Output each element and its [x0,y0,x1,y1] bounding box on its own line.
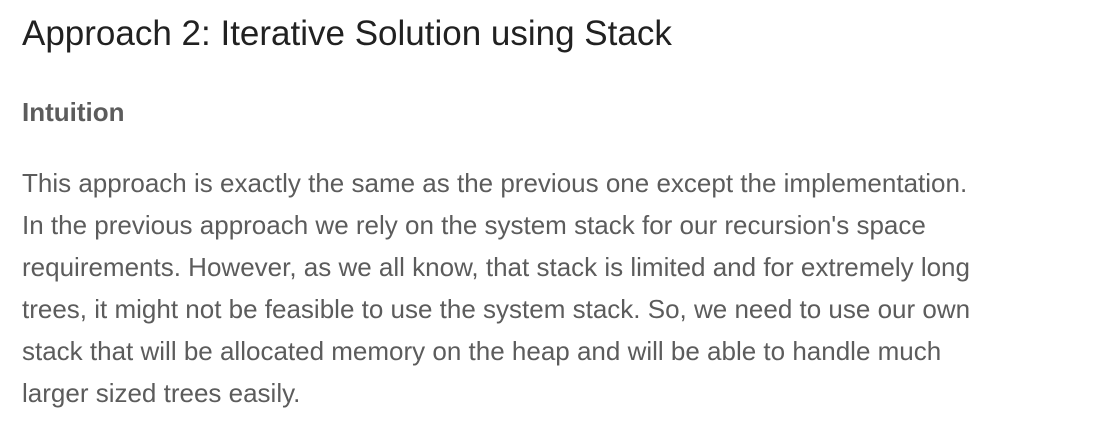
intuition-paragraph: This approach is exactly the same as the… [22,162,970,414]
paragraph-line: stack that will be allocated memory on t… [22,336,942,366]
paragraph-line: larger sized trees easily. [22,378,301,408]
paragraph-line: In the previous approach we rely on the … [22,210,926,240]
article-content: Approach 2: Iterative Solution using Sta… [0,0,1114,436]
paragraph-line: trees, it might not be feasible to use t… [22,294,971,324]
paragraph-line: This approach is exactly the same as the… [22,168,968,198]
approach-title: Approach 2: Iterative Solution using Sta… [22,14,672,53]
intuition-heading: Intuition [22,97,125,127]
paragraph-line: requirements. However, as we all know, t… [22,252,970,282]
